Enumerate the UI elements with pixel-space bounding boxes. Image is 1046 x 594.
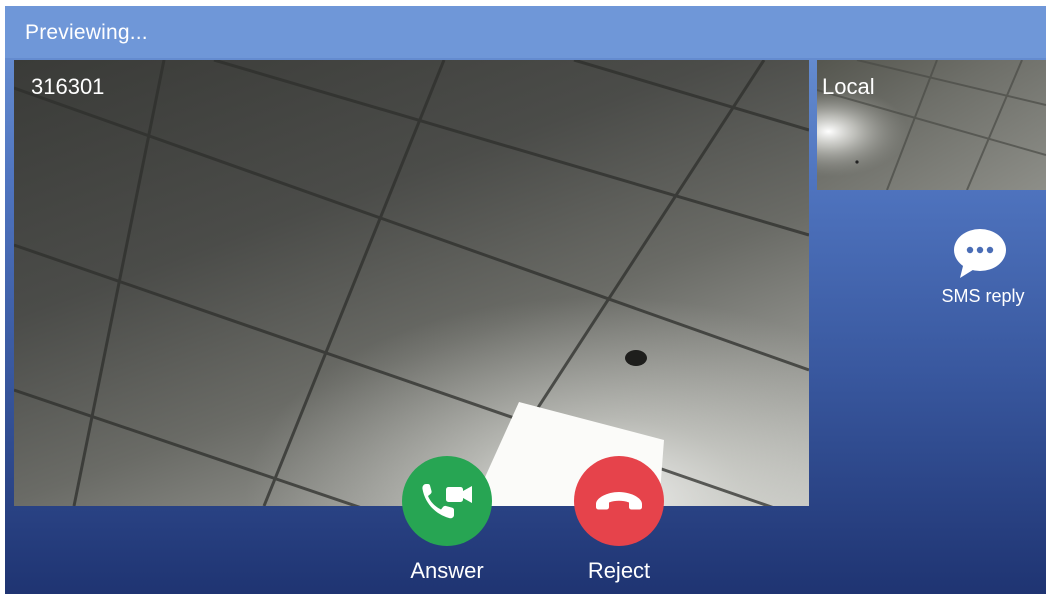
caller-number: 316301 <box>31 74 105 99</box>
status-text: Previewing... <box>25 21 148 44</box>
answer-circle[interactable] <box>402 456 492 546</box>
hang-up-icon <box>596 492 642 510</box>
ceiling-image <box>14 60 809 506</box>
reject-label: Reject <box>587 558 651 583</box>
reject-button[interactable]: Reject <box>564 456 674 586</box>
local-video-preview[interactable]: Local <box>817 60 1046 190</box>
video-call-answer-icon <box>422 484 472 519</box>
sms-reply-label: SMS reply <box>941 286 1025 306</box>
chat-bubble-icon <box>954 229 1006 278</box>
status-bar: Previewing... <box>5 6 1046 58</box>
reject-circle[interactable] <box>574 456 664 546</box>
answer-label: Answer <box>410 558 484 583</box>
answer-button[interactable]: Answer <box>392 456 502 586</box>
remote-video-preview: 316301 <box>14 60 809 506</box>
sms-reply-button[interactable]: SMS reply <box>927 228 1039 314</box>
incoming-video-call-screen: Previewing... 316301 Local SMS reply Ans… <box>5 6 1046 594</box>
local-label: Local <box>822 74 875 99</box>
